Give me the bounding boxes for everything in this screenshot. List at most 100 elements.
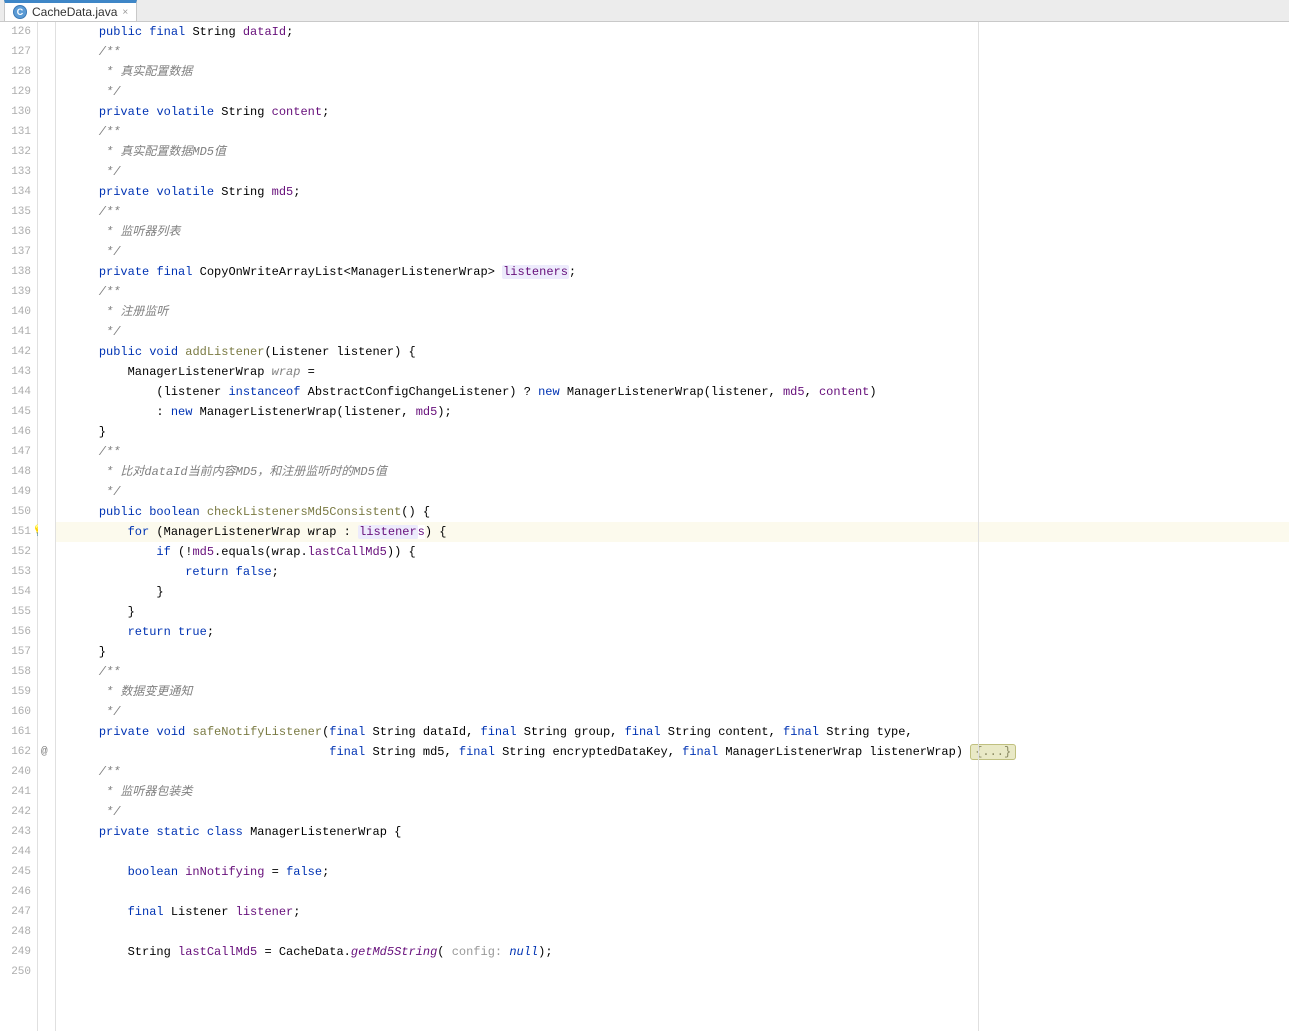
code-line[interactable] <box>70 882 1289 902</box>
line-number: 126 <box>0 22 31 42</box>
code-line[interactable]: */ <box>70 162 1289 182</box>
line-number: 241 <box>0 782 31 802</box>
code-line[interactable]: */ <box>70 482 1289 502</box>
code-line[interactable]: /** <box>70 202 1289 222</box>
code-area[interactable]: public final String dataId; /** * 真实配置数据… <box>56 22 1289 1031</box>
line-number: 141 <box>0 322 31 342</box>
java-class-icon: C <box>13 5 27 19</box>
line-number: 146 <box>0 422 31 442</box>
line-number: 130 <box>0 102 31 122</box>
code-line[interactable]: /** <box>70 662 1289 682</box>
code-line[interactable]: for (ManagerListenerWrap wrap : listener… <box>56 522 1289 542</box>
code-line[interactable]: public final String dataId; <box>70 22 1289 42</box>
code-line[interactable]: } <box>70 642 1289 662</box>
code-line[interactable]: * 监听器包装类 <box>70 782 1289 802</box>
line-number: 135 <box>0 202 31 222</box>
line-number: 129 <box>0 82 31 102</box>
line-number: 249 <box>0 942 31 962</box>
line-number: 150 <box>0 502 31 522</box>
code-line[interactable]: (listener instanceof AbstractConfigChang… <box>70 382 1289 402</box>
line-number: 142 <box>0 342 31 362</box>
code-line[interactable]: public void addListener(Listener listene… <box>70 342 1289 362</box>
code-line[interactable] <box>70 842 1289 862</box>
code-line[interactable]: return false; <box>70 562 1289 582</box>
line-number: 127 <box>0 42 31 62</box>
code-line[interactable]: /** <box>70 762 1289 782</box>
code-line[interactable]: /** <box>70 42 1289 62</box>
code-line[interactable]: /** <box>70 122 1289 142</box>
line-number: 157 <box>0 642 31 662</box>
tab-bar: C CacheData.java × <box>0 0 1289 22</box>
code-line[interactable]: } <box>70 582 1289 602</box>
line-number: 248 <box>0 922 31 942</box>
code-line[interactable]: final Listener listener; <box>70 902 1289 922</box>
code-line[interactable] <box>70 962 1289 982</box>
code-line[interactable]: */ <box>70 802 1289 822</box>
code-line[interactable]: String lastCallMd5 = CacheData.getMd5Str… <box>70 942 1289 962</box>
code-line[interactable]: boolean inNotifying = false; <box>70 862 1289 882</box>
code-line[interactable]: private static class ManagerListenerWrap… <box>70 822 1289 842</box>
line-number: 154 <box>0 582 31 602</box>
line-number: 153 <box>0 562 31 582</box>
line-number: 140 <box>0 302 31 322</box>
code-line[interactable]: final String md5, final String encrypted… <box>70 742 1289 762</box>
code-line[interactable]: * 真实配置数据MD5值 <box>70 142 1289 162</box>
code-line[interactable]: */ <box>70 702 1289 722</box>
code-line[interactable]: * 比对dataId当前内容MD5，和注册监听时的MD5值 <box>70 462 1289 482</box>
line-number: 136 <box>0 222 31 242</box>
code-line[interactable]: private volatile String md5; <box>70 182 1289 202</box>
line-number: 145 <box>0 402 31 422</box>
line-number: 161 <box>0 722 31 742</box>
close-icon[interactable]: × <box>122 7 128 18</box>
code-line[interactable]: /** <box>70 442 1289 462</box>
code-editor[interactable]: 1261271281291301311321331341351361371381… <box>0 22 1289 1031</box>
code-line[interactable]: public boolean checkListenersMd5Consiste… <box>70 502 1289 522</box>
line-number: 160 <box>0 702 31 722</box>
line-number: 246 <box>0 882 31 902</box>
code-line[interactable] <box>70 922 1289 942</box>
file-tab[interactable]: C CacheData.java × <box>4 0 137 21</box>
line-number: 240 <box>0 762 31 782</box>
line-number: 155 <box>0 602 31 622</box>
code-line[interactable]: */ <box>70 242 1289 262</box>
code-line[interactable]: * 真实配置数据 <box>70 62 1289 82</box>
code-line[interactable]: /** <box>70 282 1289 302</box>
line-number: 244 <box>0 842 31 862</box>
line-number: 144 <box>0 382 31 402</box>
code-line[interactable]: : new ManagerListenerWrap(listener, md5)… <box>70 402 1289 422</box>
line-number: 250 <box>0 962 31 982</box>
line-number: 242 <box>0 802 31 822</box>
code-line[interactable]: * 注册监听 <box>70 302 1289 322</box>
code-line[interactable]: if (!md5.equals(wrap.lastCallMd5)) { <box>70 542 1289 562</box>
line-number: 159 <box>0 682 31 702</box>
gutter-annotation-icon: @ <box>41 742 48 762</box>
code-line[interactable]: private final CopyOnWriteArrayList<Manag… <box>70 262 1289 282</box>
line-number: 162 <box>0 742 31 762</box>
code-line[interactable]: private void safeNotifyListener(final St… <box>70 722 1289 742</box>
code-line[interactable]: */ <box>70 82 1289 102</box>
line-number: 139 <box>0 282 31 302</box>
code-line[interactable]: * 监听器列表 <box>70 222 1289 242</box>
line-number: 156 <box>0 622 31 642</box>
line-number: 132 <box>0 142 31 162</box>
code-line[interactable]: ManagerListenerWrap wrap = <box>70 362 1289 382</box>
line-number: 247 <box>0 902 31 922</box>
line-number: 147 <box>0 442 31 462</box>
line-number: 243 <box>0 822 31 842</box>
code-line[interactable]: return true; <box>70 622 1289 642</box>
code-line[interactable]: } <box>70 602 1289 622</box>
line-number: 245 <box>0 862 31 882</box>
line-number: 131 <box>0 122 31 142</box>
tab-filename: CacheData.java <box>32 5 117 19</box>
line-number: 152 <box>0 542 31 562</box>
line-number: 137 <box>0 242 31 262</box>
code-line[interactable]: * 数据变更通知 <box>70 682 1289 702</box>
line-number: 149 <box>0 482 31 502</box>
code-line[interactable]: } <box>70 422 1289 442</box>
code-line[interactable]: private volatile String content; <box>70 102 1289 122</box>
line-number: 138 <box>0 262 31 282</box>
line-number: 158 <box>0 662 31 682</box>
code-line[interactable]: */ <box>70 322 1289 342</box>
line-number: 128 <box>0 62 31 82</box>
line-number: 134 <box>0 182 31 202</box>
